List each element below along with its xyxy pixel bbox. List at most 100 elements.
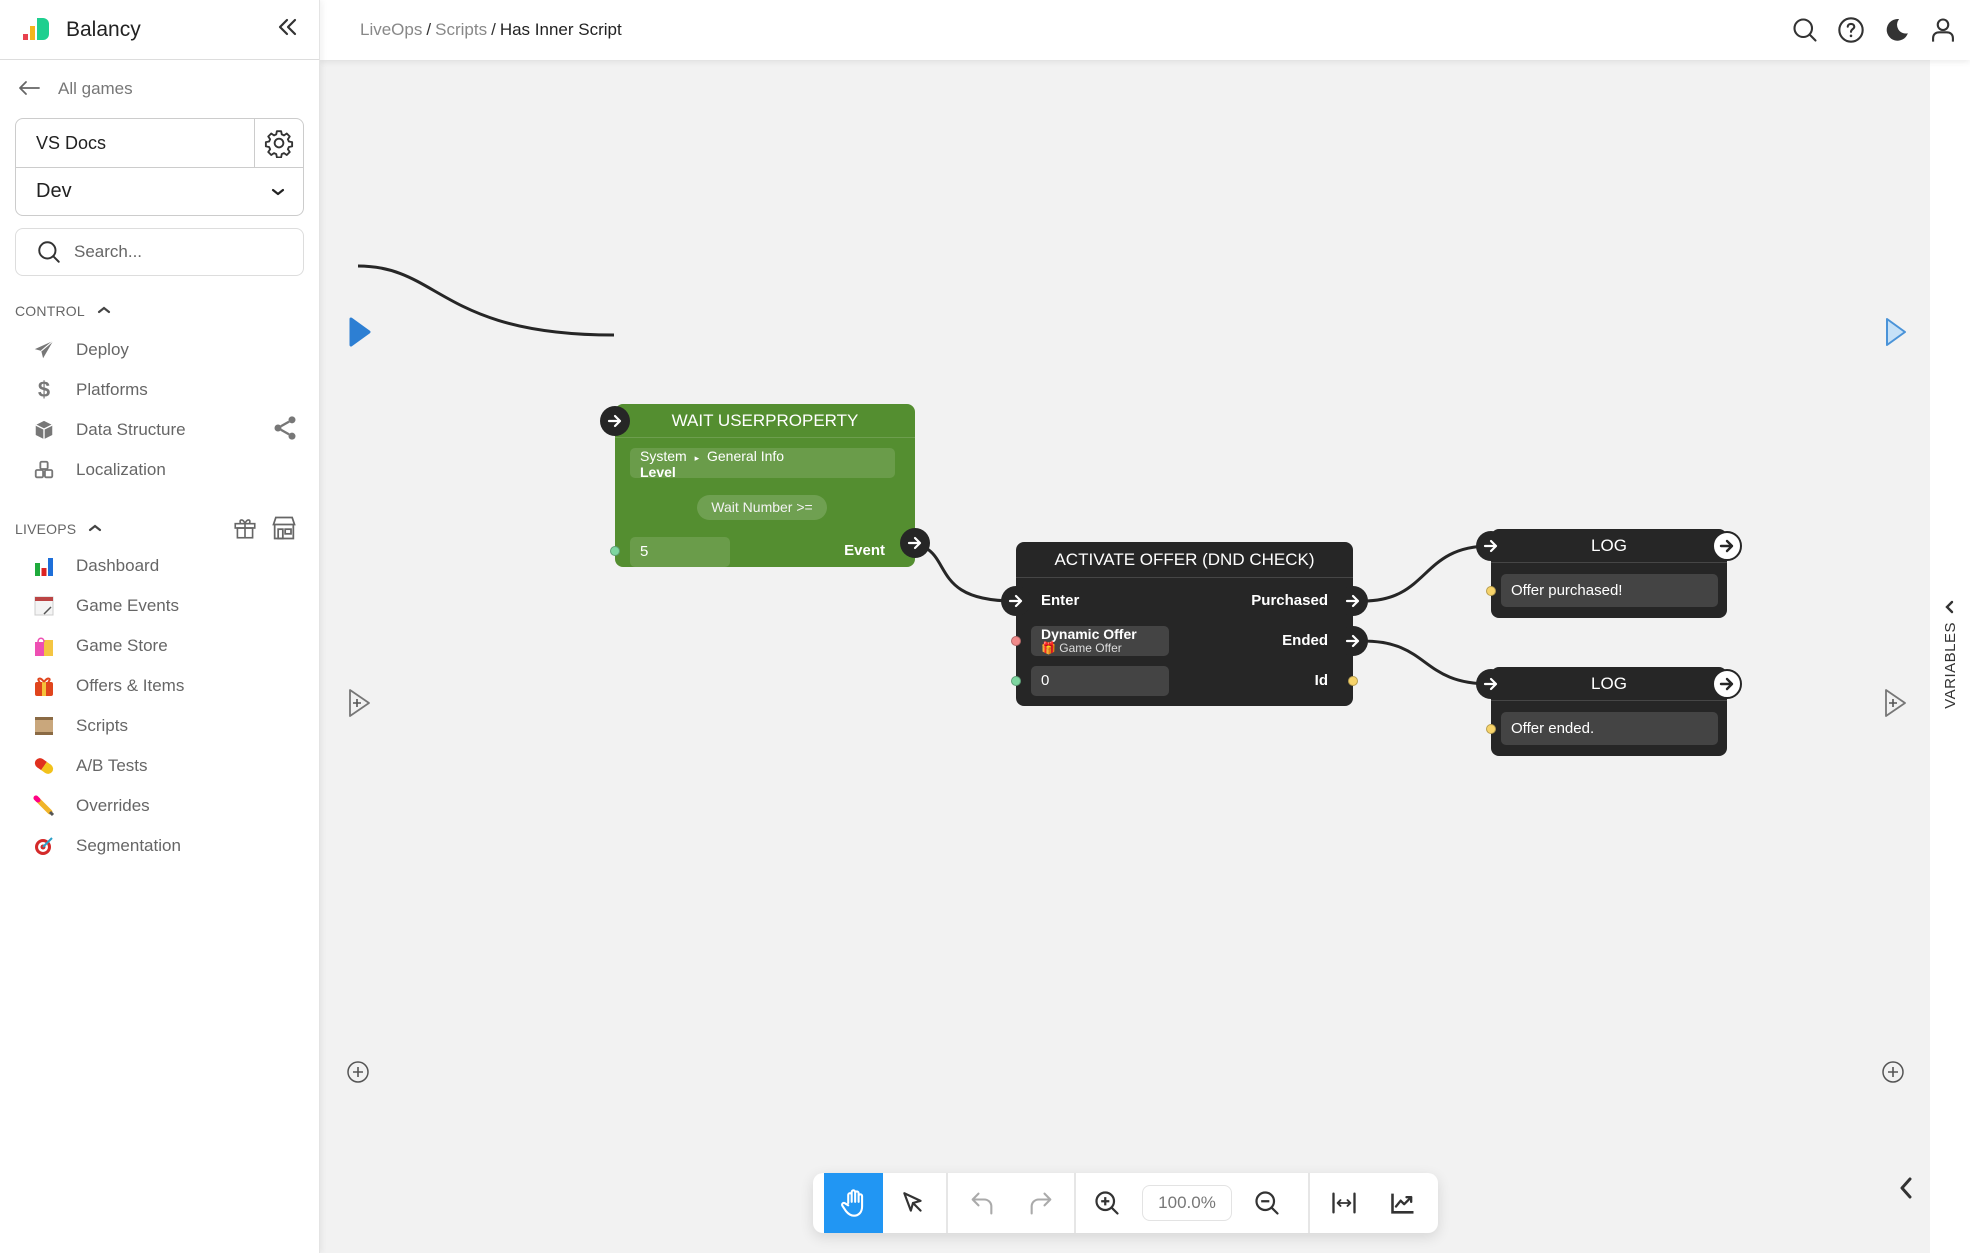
log-exit-port[interactable]	[1712, 531, 1742, 561]
log-message-input[interactable]: Offer purchased!	[1501, 574, 1718, 607]
sidebar-search[interactable]	[15, 228, 304, 276]
wait-enter-port[interactable]	[600, 406, 630, 436]
sidebar-item-data-structure[interactable]: Data Structure	[0, 410, 319, 450]
breadcrumb-liveops[interactable]: LiveOps	[360, 20, 422, 39]
add-exit-icon[interactable]	[1883, 687, 1909, 724]
variables-panel: VARIABLES	[1930, 60, 1970, 1253]
condition-selector[interactable]: Wait Number >=	[697, 495, 827, 520]
exit-output-icon[interactable]	[1884, 316, 1908, 353]
gear-icon	[264, 130, 294, 158]
sidebar-item-dashboard[interactable]: Dashboard	[0, 546, 319, 586]
purchased-output-port[interactable]	[1338, 586, 1368, 616]
app: Balancy All games VS Docs Dev Search... …	[0, 0, 1970, 1253]
sidebar-item-deploy[interactable]: Deploy	[0, 330, 319, 370]
id-output-port[interactable]	[1348, 676, 1358, 686]
arrow-left-icon	[18, 76, 40, 102]
gift-outline-icon[interactable]	[232, 515, 258, 544]
sidebar-item-game-events[interactable]: Game Events	[0, 586, 319, 626]
store-icon[interactable]	[270, 514, 298, 545]
sidebar-item-localization[interactable]: Localization	[0, 450, 319, 490]
expand-panel-icon[interactable]	[1896, 1175, 1916, 1206]
zoom-level-input[interactable]: 100.0%	[1142, 1185, 1232, 1221]
enter-input-label: Enter	[1041, 592, 1080, 609]
add-entry-icon[interactable]	[347, 687, 373, 724]
select-tool-button[interactable]	[883, 1173, 942, 1233]
undo-button[interactable]	[952, 1173, 1011, 1233]
breadcrumb-current: Has Inner Script	[499, 20, 622, 39]
help-icon[interactable]	[1836, 15, 1866, 45]
message-input-port[interactable]	[1486, 586, 1496, 596]
id-output-label: Id	[1314, 672, 1328, 689]
value-input-port[interactable]	[610, 546, 620, 556]
sidebar-item-overrides[interactable]: Overrides	[0, 786, 319, 826]
node-activate-offer[interactable]: ACTIVATE OFFER (DND CHECK) Enter Dynamic…	[1001, 542, 1368, 706]
start-entry-icon[interactable]	[348, 316, 372, 353]
message-input-port[interactable]	[1486, 724, 1496, 734]
wait-value-input[interactable]: 5	[630, 537, 730, 567]
game-row: VS Docs	[16, 119, 303, 168]
canvas-toolbar: 100.0%	[813, 1173, 1438, 1233]
paper-plane-icon	[32, 338, 56, 362]
game-settings-button[interactable]	[255, 119, 303, 167]
variables-tab[interactable]: VARIABLES	[1930, 600, 1970, 709]
node-title: ACTIVATE OFFER (DND CHECK)	[1016, 542, 1353, 578]
top-icons	[1790, 15, 1958, 45]
add-variable-left-icon[interactable]	[345, 1059, 371, 1090]
zoom-in-button[interactable]	[1080, 1173, 1134, 1233]
node-log-purchased[interactable]: LOG Offer purchased!	[1476, 529, 1742, 618]
search-icon[interactable]	[1790, 15, 1820, 45]
search-input[interactable]	[74, 242, 274, 262]
stats-button[interactable]	[1373, 1173, 1432, 1233]
chevron-left-icon	[1945, 600, 1954, 614]
add-variable-right-icon[interactable]	[1880, 1059, 1906, 1090]
sidebar-item-game-store[interactable]: Game Store	[0, 626, 319, 666]
hand-tool-button[interactable]	[824, 1173, 883, 1233]
sidebar-item-scripts[interactable]: Scripts	[0, 706, 319, 746]
all-games-link[interactable]: All games	[0, 60, 319, 118]
collapse-sidebar-icon[interactable]	[277, 16, 299, 44]
nav-label: A/B Tests	[76, 756, 148, 775]
event-output-port[interactable]	[900, 528, 930, 558]
id-input-port[interactable]	[1011, 676, 1021, 686]
sidebar-item-offers-items[interactable]: Offers & Items	[0, 666, 319, 706]
sidebar-item-platforms[interactable]: $ Platforms	[0, 370, 319, 410]
redo-button[interactable]	[1011, 1173, 1070, 1233]
environment-select[interactable]: Dev	[16, 168, 303, 215]
control-section: CONTROL Deploy $ Platforms Data Structur…	[0, 298, 319, 490]
control-section-header[interactable]: CONTROL	[0, 298, 319, 324]
log-message-input[interactable]: Offer ended.	[1501, 712, 1718, 745]
nav-label: Segmentation	[76, 836, 181, 855]
enter-input-port[interactable]	[1001, 586, 1031, 616]
property-path-field[interactable]: System ▸ General Info Level	[630, 448, 895, 479]
id-input[interactable]: 0	[1031, 666, 1169, 696]
log-enter-port[interactable]	[1476, 531, 1506, 561]
dark-mode-icon[interactable]	[1882, 15, 1912, 45]
liveops-section-header[interactable]: LIVEOPS	[0, 516, 319, 542]
balancy-logo-icon	[20, 17, 50, 42]
breadcrumb-separator: /	[491, 20, 496, 39]
dynamic-offer-field[interactable]: Dynamic Offer 🎁 Game Offer	[1031, 626, 1169, 656]
link-ended-to-log2	[1362, 639, 1491, 686]
redo-icon	[1030, 1192, 1051, 1215]
game-name[interactable]: VS Docs	[16, 119, 255, 167]
node-log-ended[interactable]: LOG Offer ended.	[1476, 667, 1742, 756]
sidebar-item-ab-tests[interactable]: A/B Tests	[0, 746, 319, 786]
gift-icon	[32, 674, 56, 698]
share-icon[interactable]	[271, 414, 299, 447]
script-canvas[interactable]: WAIT USERPROPERTY System ▸ General Info …	[320, 60, 1930, 1253]
liveops-section: LIVEOPS Dashboard Game Events Game Store	[0, 516, 319, 866]
ended-output-port[interactable]	[1338, 626, 1368, 656]
offer-input-port[interactable]	[1011, 636, 1021, 646]
node-title: LOG	[1491, 667, 1727, 701]
log-exit-port[interactable]	[1712, 669, 1742, 699]
nav-label: Localization	[76, 460, 166, 479]
log-enter-port[interactable]	[1476, 669, 1506, 699]
fit-to-screen-button[interactable]	[1314, 1173, 1373, 1233]
zoom-out-button[interactable]	[1240, 1173, 1294, 1233]
variables-label: VARIABLES	[1941, 622, 1959, 709]
sidebar-item-segmentation[interactable]: Segmentation	[0, 826, 319, 866]
breadcrumb-scripts[interactable]: Scripts	[435, 20, 487, 39]
nav-label: Scripts	[76, 716, 128, 735]
node-wait-userproperty[interactable]: WAIT USERPROPERTY System ▸ General Info …	[600, 404, 930, 567]
user-icon[interactable]	[1928, 15, 1958, 45]
